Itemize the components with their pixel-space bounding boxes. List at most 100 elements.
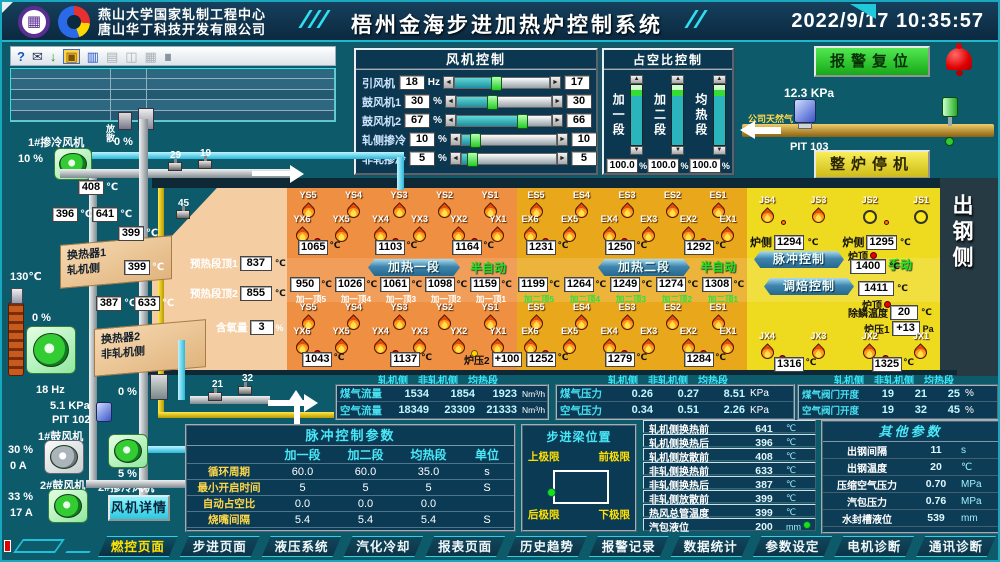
burner[interactable]: YX4 (368, 327, 392, 354)
gas-valve-icon[interactable] (942, 97, 958, 117)
burner[interactable]: ES3 (615, 303, 639, 330)
fan-slider[interactable]: ◄ ► (445, 114, 563, 127)
toolbar-icon[interactable]: ↓ (50, 50, 57, 63)
duty-slider[interactable] (671, 84, 684, 146)
burner[interactable]: JS4 (755, 196, 779, 224)
slider-left-arrow-icon[interactable]: ◄ (443, 76, 454, 89)
duty-up-arrow-icon[interactable]: ▲ (713, 75, 726, 84)
nav-tab[interactable]: 电机诊断 (834, 536, 914, 557)
burner[interactable]: EX3 (637, 215, 661, 242)
nav-tab[interactable]: 数据统计 (671, 536, 751, 557)
fan-setpoint-value[interactable]: 10 (409, 132, 435, 147)
fan-setpoint-value[interactable]: 18 (399, 75, 425, 90)
fan-setpoint-value[interactable]: 30 (404, 94, 430, 109)
fan-detail-button[interactable]: 风机详情 (108, 495, 170, 521)
toolbar-icon[interactable]: ◫ (125, 50, 137, 63)
toolbar-icon[interactable]: ▣ (63, 49, 79, 64)
fan-slider[interactable]: ◄ ► (450, 152, 568, 165)
nav-tab[interactable]: 报警记录 (589, 536, 669, 557)
valve-icon[interactable] (198, 160, 212, 169)
alarm-bell-icon[interactable] (946, 48, 972, 70)
burner[interactable]: JX4 (755, 332, 779, 359)
pulse-control-button[interactable]: 脉冲控制 (754, 251, 844, 268)
toolbar-icon[interactable]: ✉ (32, 50, 43, 63)
induced-draft-fan-icon[interactable] (26, 326, 76, 374)
burner[interactable]: EX2 (676, 215, 700, 242)
slider-right-arrow-icon[interactable]: ► (557, 133, 568, 146)
burner[interactable]: EX1 (716, 215, 740, 242)
zone1-button[interactable]: 加热一段 (368, 259, 460, 276)
nav-tab[interactable]: 液压系统 (262, 536, 342, 557)
burner[interactable]: YX5 (329, 327, 353, 354)
burner[interactable]: YX6 (290, 215, 314, 242)
slider-right-arrow-icon[interactable]: ► (552, 95, 563, 108)
slider-thumb[interactable] (467, 152, 478, 167)
burner[interactable]: EX6 (518, 215, 542, 242)
adjust-control-button[interactable]: 调焙控制 (764, 278, 854, 295)
burner[interactable]: JX1 (909, 332, 933, 359)
burner[interactable]: JS2 (858, 196, 882, 224)
fan-slider[interactable]: ◄ ► (445, 95, 563, 108)
burner[interactable]: YX6 (290, 327, 314, 354)
duty-up-arrow-icon[interactable]: ▲ (671, 75, 684, 84)
burner[interactable]: EX4 (597, 215, 621, 242)
burner[interactable]: EX6 (518, 327, 542, 354)
zone2-button[interactable]: 加热二段 (598, 259, 690, 276)
duty-down-arrow-icon[interactable]: ▼ (671, 146, 684, 155)
furnace-stop-button[interactable]: 整炉停机 (814, 150, 930, 179)
nav-tab[interactable]: 通讯诊断 (916, 536, 996, 557)
burner[interactable]: YX2 (447, 215, 471, 242)
fan2-icon[interactable] (108, 434, 148, 468)
burner[interactable]: EX3 (637, 327, 661, 354)
slider-thumb[interactable] (491, 76, 502, 91)
toolbar-icon[interactable]: ▦ (145, 50, 157, 63)
burner[interactable]: JS3 (806, 196, 830, 224)
nav-tab[interactable]: 汽化冷却 (343, 536, 423, 557)
slider-thumb[interactable] (487, 95, 498, 110)
valve-icon[interactable] (168, 162, 182, 171)
slider-right-arrow-icon[interactable]: ► (557, 152, 568, 165)
pressure-transmitter-icon[interactable] (794, 99, 816, 123)
burner[interactable]: YS3 (387, 303, 411, 330)
valve-icon[interactable] (208, 392, 222, 401)
duty-up-arrow-icon[interactable]: ▲ (630, 75, 643, 84)
duty-down-arrow-icon[interactable]: ▼ (713, 146, 726, 155)
slider-thumb[interactable] (517, 114, 528, 129)
alarm-reset-button[interactable]: 报警复位 (814, 46, 930, 77)
slider-left-arrow-icon[interactable]: ◄ (450, 133, 461, 146)
burner[interactable]: YX3 (408, 215, 432, 242)
duty-slider[interactable] (713, 84, 726, 146)
toolbar-icon[interactable]: ▤ (106, 50, 118, 63)
slider-right-arrow-icon[interactable]: ► (552, 114, 563, 127)
slider-left-arrow-icon[interactable]: ◄ (445, 114, 456, 127)
toolbar-icon[interactable]: ? (17, 50, 25, 63)
slider-left-arrow-icon[interactable]: ◄ (445, 95, 456, 108)
slider-thumb[interactable] (470, 133, 481, 148)
burner[interactable]: JX3 (806, 332, 830, 359)
alarm-list[interactable] (10, 68, 336, 122)
nav-tab[interactable]: 报表页面 (425, 536, 505, 557)
burner[interactable]: YX3 (408, 327, 432, 354)
burner[interactable]: ES3 (615, 191, 639, 218)
toolbar-icon[interactable]: ∎ (164, 50, 172, 63)
slider-left-arrow-icon[interactable]: ◄ (450, 152, 461, 165)
blower1-icon[interactable] (44, 440, 84, 474)
burner[interactable]: YX1 (486, 327, 510, 354)
burner[interactable]: EX2 (676, 327, 700, 354)
toolbar-icon[interactable]: ▥ (87, 50, 99, 63)
nav-tab[interactable]: 燃控页面 (98, 536, 178, 557)
burner[interactable]: EX5 (558, 327, 582, 354)
burner[interactable]: YX2 (447, 327, 471, 354)
burner[interactable]: YS3 (387, 191, 411, 218)
duty-down-arrow-icon[interactable]: ▼ (630, 146, 643, 155)
valve-icon[interactable] (176, 210, 190, 219)
fan-setpoint-value[interactable]: 67 (404, 113, 430, 128)
burner[interactable]: JS1 (909, 196, 933, 224)
blower2-icon[interactable] (48, 489, 88, 523)
fan-slider[interactable]: ◄ ► (443, 76, 561, 89)
burner[interactable]: EX1 (716, 327, 740, 354)
burner[interactable]: YX5 (329, 215, 353, 242)
fan-slider[interactable]: ◄ ► (450, 133, 568, 146)
valve-icon[interactable] (238, 386, 252, 395)
slider-right-arrow-icon[interactable]: ► (550, 76, 561, 89)
